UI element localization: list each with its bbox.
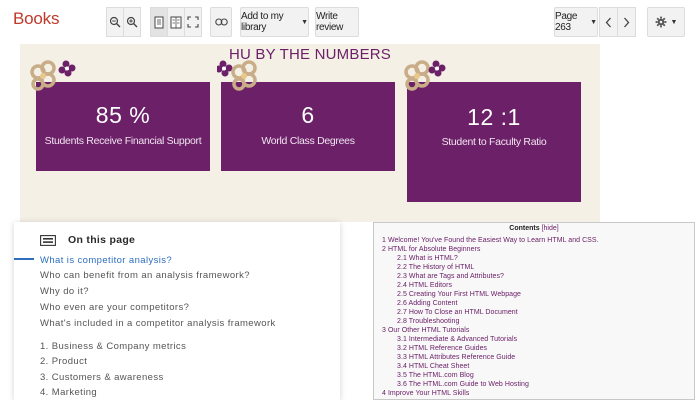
flower-decoration-icon	[217, 60, 257, 91]
contents-link[interactable]: 3.5 The HTML.com Blog	[397, 372, 474, 379]
contents-link[interactable]: 2.8 Troubleshooting	[397, 318, 459, 325]
dropdown-caret-icon: ▼	[590, 18, 597, 26]
page-nav-group	[599, 7, 636, 37]
contents-link[interactable]: 3.3 HTML Attributes Reference Guide	[397, 354, 515, 361]
zoom-group	[106, 7, 141, 37]
page-label: Page 263	[555, 11, 578, 33]
stat-card-degrees: 6 World Class Degrees	[221, 82, 395, 171]
dropdown-caret-icon: ▼	[301, 18, 308, 26]
contents-link[interactable]: 2.7 How To Close an HTML Document	[397, 309, 518, 316]
contents-link[interactable]: 2.1 What is HTML?	[397, 255, 458, 262]
chevron-right-icon	[624, 17, 630, 27]
zoom-out-icon	[109, 16, 121, 28]
contents-link[interactable]: 2.3 What are Tags and Attributes?	[397, 273, 504, 280]
add-to-library-label: Add to my library	[241, 11, 284, 33]
stat-label: World Class Degrees	[261, 135, 355, 147]
gear-icon	[655, 16, 666, 28]
on-this-page-header: On this page	[40, 234, 135, 246]
contents-link[interactable]: 2.2 The History of HTML	[397, 264, 474, 271]
contents-title: Contents [hide]	[374, 225, 694, 232]
zoom-in-icon	[126, 16, 138, 28]
toc-link[interactable]: What's included in a competitor analysis…	[40, 318, 310, 329]
toc-link[interactable]: 4. Marketing	[40, 387, 97, 398]
contents-link[interactable]: 3.1 Intermediate & Advanced Tutorials	[397, 336, 517, 343]
toc-link[interactable]: Who can benefit from an analysis framewo…	[40, 270, 250, 281]
toc-link[interactable]: Why do it?	[40, 286, 89, 297]
books-logo[interactable]: Books	[13, 9, 59, 29]
two-page-view-button[interactable]	[167, 7, 185, 37]
on-this-page-title: On this page	[68, 234, 136, 246]
toc-link[interactable]: What is competitor analysis?	[40, 255, 172, 266]
zoom-out-button[interactable]	[106, 7, 124, 37]
contents-link[interactable]: 2.6 Adding Content	[397, 300, 457, 307]
fullscreen-icon	[187, 16, 199, 28]
toc-link[interactable]: 2. Product	[40, 356, 87, 367]
stat-label: Student to Faculty Ratio	[441, 136, 547, 148]
stat-card-ratio: 12 :1 Student to Faculty Ratio	[407, 82, 581, 202]
toc-link[interactable]: 3. Customers & awareness	[40, 372, 164, 383]
contents-link[interactable]: 2.5 Creating Your First HTML Webpage	[397, 291, 521, 298]
contents-heading: Contents	[509, 225, 540, 232]
chevron-left-icon	[605, 17, 611, 27]
active-item-indicator	[14, 258, 34, 260]
stat-card-financial-support: 85 % Students Receive Financial Support	[36, 82, 210, 171]
fullscreen-button[interactable]	[184, 7, 202, 37]
link-icon	[214, 18, 228, 26]
add-to-library-button[interactable]: Add to my library ▼	[240, 7, 309, 37]
flower-decoration-icon	[30, 60, 76, 91]
write-review-button[interactable]: Write review	[315, 7, 359, 37]
contents-box: Contents [hide] 1 Welcome! You've Found …	[373, 222, 695, 400]
contents-link[interactable]: 2.4 HTML Editors	[397, 282, 452, 289]
list-icon	[40, 234, 56, 246]
contents-link[interactable]: 3 Our Other HTML Tutorials	[382, 327, 469, 334]
stat-label: Students Receive Financial Support	[44, 135, 202, 147]
two-page-icon	[170, 16, 182, 28]
books-toolbar: Books Add to my library ▼ Write review P…	[0, 0, 700, 44]
flower-decoration-icon	[404, 60, 446, 91]
stat-value: 6	[301, 102, 315, 128]
contents-link[interactable]: 3.6 The HTML.com Guide to Web Hosting	[397, 381, 529, 388]
contents-link[interactable]: 4 Improve Your HTML Skills	[382, 390, 469, 397]
stat-value: 12 :1	[467, 104, 521, 130]
contents-link[interactable]: 3.4 HTML Cheat Sheet	[397, 363, 469, 370]
dropdown-caret-icon: ▼	[670, 18, 678, 26]
zoom-in-button[interactable]	[123, 7, 141, 37]
next-page-button[interactable]	[617, 7, 636, 37]
settings-button[interactable]: ▼	[647, 7, 685, 37]
toc-link[interactable]: 1. Business & Company metrics	[40, 341, 186, 352]
hide-contents-link[interactable]: [hide]	[542, 225, 559, 232]
single-page-icon	[154, 16, 164, 28]
toc-link[interactable]: Who even are your competitors?	[40, 302, 189, 313]
previous-page-button[interactable]	[599, 7, 618, 37]
page-select[interactable]: Page 263 ▼	[554, 7, 598, 37]
contents-link[interactable]: 3.2 HTML Reference Guides	[397, 345, 487, 352]
single-page-view-button[interactable]	[150, 7, 168, 37]
contents-link[interactable]: 1 Welcome! You've Found the Easiest Way …	[382, 237, 599, 244]
view-mode-group	[150, 7, 202, 37]
hu-numbers-infographic: HU BY THE NUMBERS 85 % Students Receive …	[20, 44, 600, 222]
link-button[interactable]	[210, 7, 232, 37]
infographic-title: HU BY THE NUMBERS	[228, 46, 392, 63]
write-review-label: Write review	[316, 11, 344, 33]
contents-link[interactable]: 2 HTML for Absolute Beginners	[382, 246, 480, 253]
on-this-page-panel: On this page What is competitor analysis…	[14, 222, 340, 400]
stat-value: 85 %	[95, 102, 151, 128]
